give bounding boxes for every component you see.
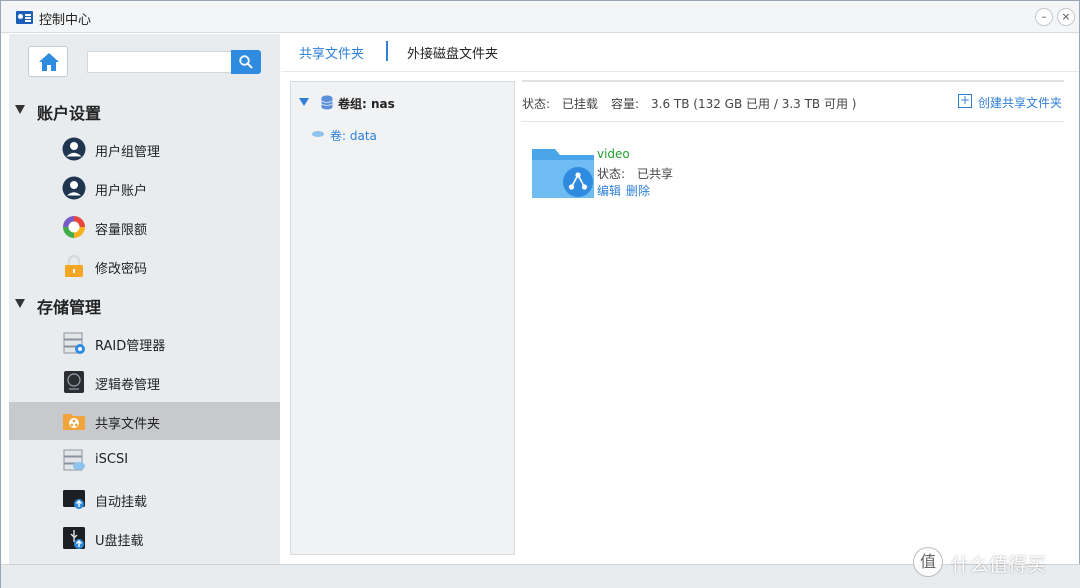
sidebar-item-change-password[interactable]: 修改密码 xyxy=(9,247,280,285)
shared-folder-icon xyxy=(63,414,85,430)
user-group-icon xyxy=(62,137,86,161)
sidebar-item-label: 用户组管理 xyxy=(95,145,161,160)
sidebar-item-logical-volume[interactable]: 逻辑卷管理 xyxy=(9,363,280,401)
search-input[interactable] xyxy=(87,51,231,73)
watermark-text: 什么值得买 xyxy=(951,554,1047,576)
status-key: 状态: xyxy=(522,97,551,111)
user-account-icon xyxy=(62,176,86,200)
sidebar: 账户设置 用户组管理 用户账户 容量限额 修改密码 存储管理 RAID管理器 逻… xyxy=(9,34,280,564)
section-label: 账户设置 xyxy=(37,104,102,123)
sidebar-item-label: 修改密码 xyxy=(95,262,148,277)
home-icon xyxy=(39,53,59,71)
minimize-button[interactable]: – xyxy=(1035,8,1053,26)
folder-status-key: 状态: xyxy=(597,167,626,181)
volume-info-bar: 状态: 已挂载 容量: 3.6 TB (132 GB 已用 / 3.3 TB 可… xyxy=(522,80,1064,122)
sidebar-item-iscsi[interactable]: iSCSI xyxy=(9,441,280,479)
iscsi-icon xyxy=(63,449,85,471)
section-label: 存储管理 xyxy=(37,298,102,317)
section-storage-management[interactable]: 存储管理 xyxy=(9,289,280,319)
tab-external-disk-folders[interactable]: 外接磁盘文件夹 xyxy=(407,43,498,62)
sidebar-item-label: U盘挂载 xyxy=(95,534,144,549)
home-button[interactable] xyxy=(28,46,68,77)
sidebar-item-auto-mount[interactable]: 自动挂载 xyxy=(9,480,280,518)
sidebar-item-label: 自动挂载 xyxy=(95,495,148,510)
tree-volume-item[interactable]: 卷: data xyxy=(330,127,377,144)
tab-shared-folders[interactable]: 共享文件夹 xyxy=(299,43,364,62)
folder-status-value: 已共享 xyxy=(637,167,674,181)
lock-icon xyxy=(65,254,83,277)
tab-bar: 共享文件夹 外接磁盘文件夹 xyxy=(281,34,1079,72)
expand-triangle-icon[interactable] xyxy=(299,98,309,106)
usb-mount-icon xyxy=(63,527,85,549)
auto-mount-icon xyxy=(63,490,85,509)
sidebar-item-raid[interactable]: RAID管理器 xyxy=(9,324,280,362)
create-shared-folder-label: 创建共享文件夹 xyxy=(978,96,1063,110)
title-bar: 控制中心 – × xyxy=(1,1,1079,33)
watermark-logo: 值 xyxy=(913,547,943,577)
database-icon xyxy=(321,95,333,110)
volume-icon xyxy=(312,131,324,137)
sidebar-item-usb-mount[interactable]: U盘挂载 xyxy=(9,519,280,557)
sidebar-item-label: 容量限额 xyxy=(95,223,148,238)
control-center-window: 控制中心 – × 账户设置 用户组管理 用户账户 容量限额 修改密码 存储管理 … xyxy=(0,0,1080,588)
tree-volume-group[interactable]: 卷组: nas xyxy=(338,95,395,112)
logical-volume-icon xyxy=(64,371,84,393)
close-button[interactable]: × xyxy=(1057,8,1075,26)
sidebar-item-user-accounts[interactable]: 用户账户 xyxy=(9,169,280,207)
status-value: 已挂载 xyxy=(562,97,599,111)
capacity-value: 3.6 TB (132 GB 已用 / 3.3 TB 可用 ) xyxy=(651,97,857,111)
delete-link[interactable]: 删除 xyxy=(626,182,650,199)
edit-link[interactable]: 编辑 xyxy=(597,182,621,199)
sidebar-item-label: iSCSI xyxy=(95,452,129,467)
capacity-key: 容量: xyxy=(611,97,640,111)
plus-icon: + xyxy=(958,93,972,108)
sidebar-item-label: 逻辑卷管理 xyxy=(95,378,161,393)
tab-active-indicator xyxy=(386,41,388,61)
sidebar-item-label: RAID管理器 xyxy=(95,339,166,354)
collapse-triangle-icon xyxy=(15,299,25,308)
window-title: 控制中心 xyxy=(39,13,92,28)
quota-pie-icon xyxy=(63,216,85,238)
sidebar-item-label: 共享文件夹 xyxy=(95,417,161,432)
control-center-icon xyxy=(16,11,33,24)
shared-folder-video-icon[interactable] xyxy=(531,146,595,200)
sidebar-item-label: 用户账户 xyxy=(95,184,148,199)
volume-tree-panel: 卷组: nas 卷: data xyxy=(290,81,515,555)
sidebar-item-user-groups[interactable]: 用户组管理 xyxy=(9,130,280,168)
collapse-triangle-icon xyxy=(15,105,25,114)
section-account-settings[interactable]: 账户设置 xyxy=(9,95,280,125)
raid-disk-icon xyxy=(63,332,85,354)
folder-name[interactable]: video xyxy=(597,147,630,161)
search-icon xyxy=(239,55,253,69)
sidebar-item-quota[interactable]: 容量限额 xyxy=(9,208,280,246)
sidebar-item-shared-folders[interactable]: 共享文件夹 xyxy=(9,402,280,440)
search-button[interactable] xyxy=(231,50,261,74)
